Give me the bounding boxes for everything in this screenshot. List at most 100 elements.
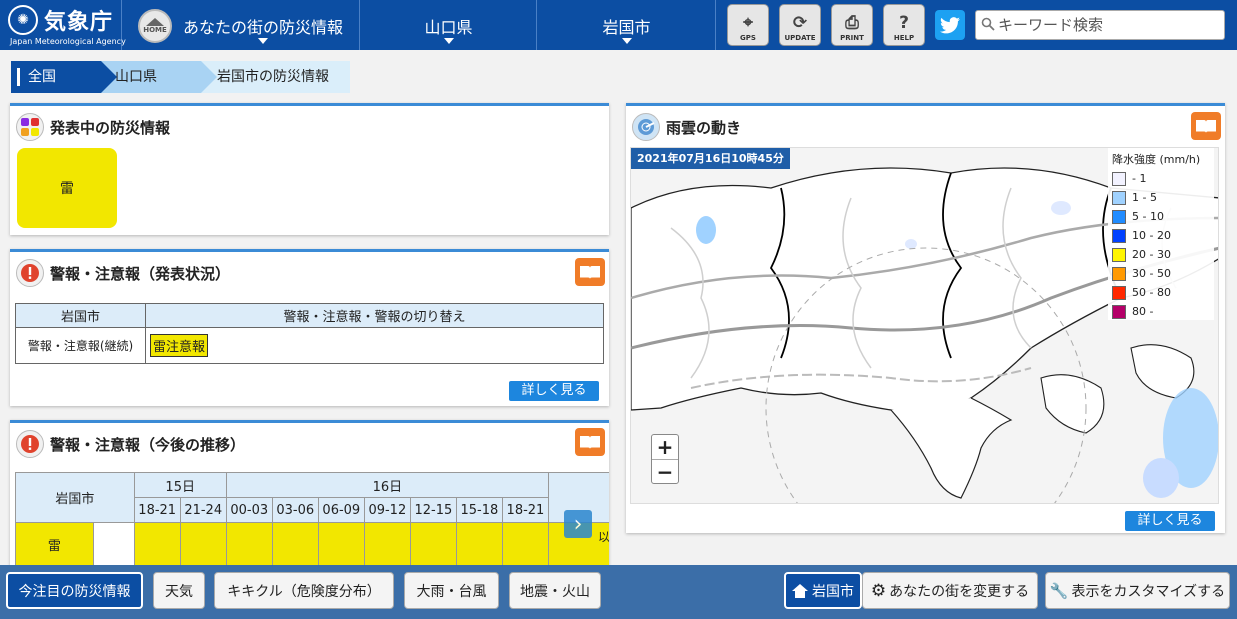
customize-label: 表示をカスタマイズする bbox=[1071, 583, 1226, 600]
book-icon[interactable] bbox=[1191, 112, 1221, 140]
book-icon[interactable] bbox=[575, 258, 605, 286]
jma-emblem-icon: ✺ bbox=[8, 5, 38, 35]
gps-button[interactable]: ⌖ GPS bbox=[727, 4, 769, 46]
print-button[interactable]: ⎙ PRINT bbox=[831, 4, 873, 46]
zoom-in-button[interactable]: + bbox=[652, 435, 678, 459]
rain-cloud-panel: 雨雲の動き 2021年07月16日10時45分 降水強度 (mm/h) - 1 … bbox=[626, 103, 1225, 533]
rain-radar-map[interactable]: 2021年07月16日10時45分 降水強度 (mm/h) - 1 1 - 5 … bbox=[630, 147, 1219, 504]
panel-title: 発表中の防災情報 bbox=[50, 118, 171, 137]
change-city-button[interactable]: ⚙ あなたの街を変更する bbox=[862, 572, 1038, 609]
tab-featured-info[interactable]: 今注目の防災情報 bbox=[6, 572, 143, 609]
search-icon bbox=[981, 17, 995, 31]
chevron-down-icon bbox=[622, 38, 632, 44]
trend-slot: 15-18 bbox=[455, 497, 503, 523]
panel-header: 警報・注意報（発表状況） bbox=[16, 258, 230, 288]
legend-swatch bbox=[1112, 285, 1126, 300]
breadcrumb-item-national[interactable]: 全国 bbox=[11, 61, 117, 93]
panel-title: 雨雲の動き bbox=[666, 118, 742, 137]
warning-trend-panel: 警報・注意報（今後の推移） 岩国市 15日 16日 付 関連 18-21 21-… bbox=[10, 420, 609, 566]
prefecture-label: 山口県 bbox=[424, 18, 473, 37]
warning-table: 岩国市 警報・注意報・警報の切り替え 警報・注意報(継続) 雷注意報 bbox=[15, 303, 604, 364]
home-icon bbox=[792, 583, 808, 598]
trend-city-header: 岩国市 bbox=[15, 472, 135, 523]
prefecture-menu[interactable]: 山口県 bbox=[361, 0, 537, 50]
update-icon: ⟳ bbox=[792, 13, 808, 33]
trend-slot: 18-21 bbox=[133, 497, 181, 523]
warning-icon bbox=[16, 259, 44, 287]
zoom-out-button[interactable]: − bbox=[652, 459, 678, 484]
legend-item: 30 - 50 bbox=[1112, 264, 1210, 283]
warning-col-switch[interactable]: 警報・注意報・警報の切り替え bbox=[145, 303, 604, 328]
tab-earthquake-volcano[interactable]: 地震・火山 bbox=[509, 572, 601, 609]
chevron-down-icon bbox=[258, 38, 268, 44]
thunder-card[interactable]: 雷 bbox=[17, 148, 117, 228]
tab-kikikuru[interactable]: キキクル（危険度分布） bbox=[214, 572, 394, 609]
home-icon[interactable]: HOME bbox=[138, 9, 172, 43]
more-button[interactable]: 詳しく見る bbox=[1125, 511, 1215, 531]
tab-heavy-rain-typhoon[interactable]: 大雨・台風 bbox=[404, 572, 499, 609]
book-icon[interactable] bbox=[575, 428, 605, 456]
legend-swatch bbox=[1112, 209, 1126, 224]
wrench-icon: 🔧 bbox=[1049, 581, 1069, 600]
print-icon: ⎙ bbox=[845, 13, 859, 33]
scroll-right-button[interactable]: › bbox=[564, 510, 592, 538]
jma-logo[interactable]: ✺ 気象庁 Japan Meteorological Agency bbox=[0, 0, 126, 50]
panel-title: 警報・注意報（今後の推移） bbox=[50, 435, 246, 454]
legend-item: 80 - bbox=[1112, 302, 1210, 321]
home-icon-label: HOME bbox=[143, 26, 167, 34]
legend-item: 10 - 20 bbox=[1112, 226, 1210, 245]
trend-cell bbox=[179, 522, 227, 566]
search-box[interactable] bbox=[975, 10, 1225, 40]
panel-header: 雨雲の動き bbox=[632, 112, 741, 142]
help-icon: ? bbox=[899, 13, 909, 33]
trend-cell bbox=[92, 522, 135, 566]
header-bar: ✺ 気象庁 Japan Meteorological Agency HOME あ… bbox=[0, 0, 1237, 50]
trend-slot: 06-09 bbox=[317, 497, 365, 523]
city-menu[interactable]: 岩国市 bbox=[538, 0, 716, 50]
help-button[interactable]: ? HELP bbox=[883, 4, 925, 46]
customize-button[interactable]: 🔧 表示をカスタマイズする bbox=[1045, 572, 1230, 609]
legend-label: 50 - 80 bbox=[1132, 286, 1171, 299]
breadcrumb-item-city: 岩国市の防災情報 bbox=[201, 61, 350, 93]
trend-cell bbox=[271, 522, 319, 566]
legend-label: - 1 bbox=[1132, 172, 1147, 185]
home-title: あなたの街の防災情報 bbox=[183, 18, 344, 37]
legend-label: 30 - 50 bbox=[1132, 267, 1171, 280]
twitter-button[interactable] bbox=[935, 10, 965, 40]
tab-weather[interactable]: 天気 bbox=[153, 572, 205, 609]
trend-cell bbox=[225, 522, 273, 566]
trend-cell bbox=[317, 522, 365, 566]
radar-icon bbox=[632, 113, 660, 141]
trend-cell bbox=[363, 522, 411, 566]
legend-swatch bbox=[1112, 247, 1126, 262]
legend-swatch bbox=[1112, 304, 1126, 319]
legend-swatch bbox=[1112, 266, 1126, 281]
search-input[interactable] bbox=[998, 11, 1222, 39]
legend-title: 降水強度 (mm/h) bbox=[1112, 153, 1201, 166]
current-city-label: 岩国市 bbox=[812, 583, 854, 600]
update-button[interactable]: ⟳ UPDATE bbox=[779, 4, 821, 46]
current-info-panel: 発表中の防災情報 雷 bbox=[10, 103, 609, 235]
legend-label: 5 - 10 bbox=[1132, 210, 1164, 223]
thunder-advisory-tag[interactable]: 雷注意報 bbox=[150, 334, 209, 357]
legend-item: 5 - 10 bbox=[1112, 207, 1210, 226]
city-label: 岩国市 bbox=[602, 18, 651, 37]
warning-status-panel: 警報・注意報（発表状況） 岩国市 警報・注意報・警報の切り替え 警報・注意報(継… bbox=[10, 249, 609, 406]
legend-swatch bbox=[1112, 171, 1126, 186]
current-city-button[interactable]: 岩国市 bbox=[784, 572, 862, 609]
legend-swatch bbox=[1112, 190, 1126, 205]
home-menu[interactable]: HOME あなたの街の防災情報 bbox=[123, 0, 360, 50]
help-label: HELP bbox=[893, 34, 915, 42]
trend-overflow-b2: 竜巻 bbox=[549, 545, 609, 562]
twitter-icon bbox=[940, 16, 960, 33]
trend-slot: 09-12 bbox=[363, 497, 411, 523]
panel-title: 警報・注意報（発表状況） bbox=[50, 264, 231, 283]
more-button[interactable]: 詳しく見る bbox=[509, 381, 599, 401]
trend-row-label: 雷 bbox=[15, 522, 94, 566]
trend-slot: 18-21 bbox=[501, 497, 549, 523]
trend-cell bbox=[501, 522, 549, 566]
gps-label: GPS bbox=[740, 34, 756, 42]
legend-label: 80 - bbox=[1132, 305, 1154, 318]
trend-slot: 00-03 bbox=[225, 497, 273, 523]
change-city-label: あなたの街を変更する bbox=[889, 583, 1030, 600]
